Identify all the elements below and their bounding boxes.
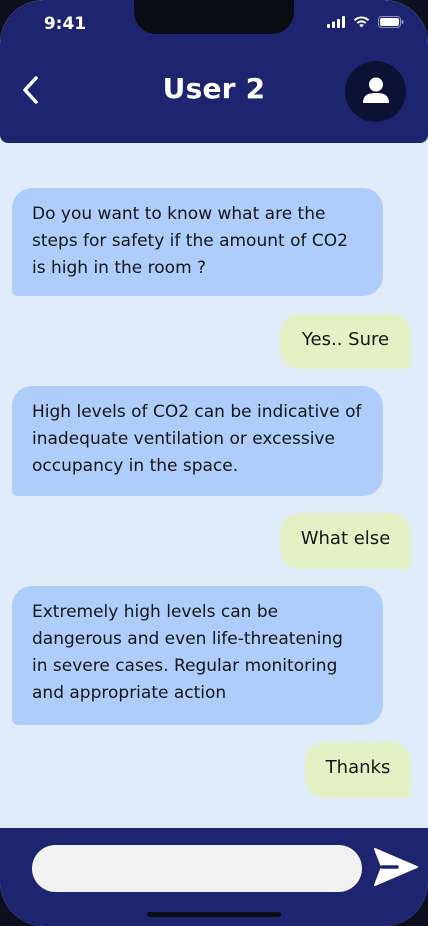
status-icons [327,16,404,28]
incoming-message: High levels of CO2 can be indicative of … [12,386,383,496]
device-notch [134,0,294,34]
wifi-icon [353,16,370,28]
incoming-message: Extremely high levels can be dangerous a… [12,586,383,725]
message-list: Do you want to know what are the steps f… [0,143,428,828]
outgoing-message: Thanks [305,742,411,798]
phone-screen: 9:41 User 2 Do you want to know what are… [0,0,428,926]
outgoing-message: What else [280,513,411,569]
home-indicator [147,912,281,917]
signal-icon [327,16,345,28]
chat-header: 9:41 User 2 [0,0,428,143]
send-icon [373,847,419,891]
user-icon [362,77,390,107]
avatar-button[interactable] [345,61,406,122]
composer-bar [0,828,428,926]
battery-icon [378,16,404,28]
status-time: 9:41 [43,14,87,34]
incoming-message: Do you want to know what are the steps f… [12,188,383,296]
send-button[interactable] [372,848,420,890]
message-input[interactable] [32,845,362,892]
outgoing-message: Yes.. Sure [280,314,411,369]
